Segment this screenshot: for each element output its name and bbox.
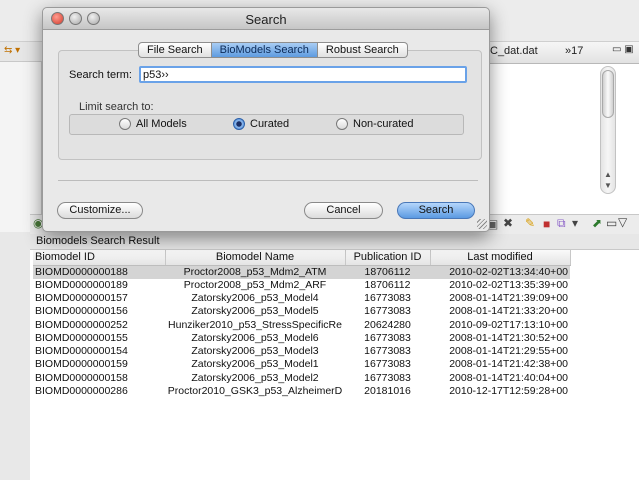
radio-label: All Models (136, 118, 187, 130)
column-header-id[interactable]: Biomodel ID (33, 250, 166, 266)
resize-grip-icon[interactable] (477, 219, 487, 229)
radio-unchecked-icon[interactable] (119, 118, 131, 130)
limit-search-label: Limit search to: (79, 101, 154, 113)
left-view-tab[interactable]: ⇆ ▾ (0, 42, 42, 62)
editor-tab-overflow[interactable]: »17 (565, 45, 583, 57)
radio-label: Non-curated (353, 118, 414, 130)
editor-area (488, 42, 639, 232)
cell-publication: 18706112 (364, 278, 411, 291)
cell-modified: 2008-01-14T21:29:55+00 (449, 345, 568, 358)
table-row[interactable]: BIOMD0000000252 Hunziker2010_p53_StressS… (33, 318, 570, 331)
view-menu-icon[interactable]: ▽ (618, 215, 627, 229)
results-header-row: Biomodel ID Biomodel Name Publication ID… (33, 250, 571, 266)
cell-id: BIOMD0000000157 (35, 291, 128, 304)
history-icon[interactable]: ⧉ (557, 216, 566, 230)
search-dialog: Search File Search BioModels Search Robu… (42, 7, 490, 232)
radio-label: Curated (250, 118, 290, 130)
radio-all-models[interactable]: All Models (119, 118, 187, 130)
cell-publication: 16773083 (364, 358, 411, 371)
column-header-modified[interactable]: Last modified (430, 250, 571, 266)
tab-file-search[interactable]: File Search (138, 42, 212, 58)
dialog-title: Search (245, 12, 287, 27)
radio-unchecked-icon[interactable] (336, 118, 348, 130)
table-row[interactable]: BIOMD0000000156 Zatorsky2006_p53_Model5 … (33, 305, 570, 318)
scrollbar-thumb[interactable] (602, 70, 614, 118)
cell-modified: 2008-01-14T21:39:09+00 (449, 291, 568, 304)
minimize-maximize-icon[interactable]: ▭ ▣ (612, 44, 636, 58)
scroll-up-icon[interactable]: ▲ (604, 170, 612, 179)
cell-id: BIOMD0000000154 (35, 345, 128, 358)
cell-modified: 2010-02-02T13:34:40+00 (430, 265, 570, 279)
cell-publication: 18706112 (345, 265, 430, 279)
results-table: Biomodel ID Biomodel Name Publication ID… (33, 250, 571, 398)
cell-publication: 20624280 (364, 318, 411, 331)
cell-id: BIOMD0000000158 (35, 371, 128, 384)
search-term-input[interactable] (139, 66, 467, 83)
tab-robust-search[interactable]: Robust Search (317, 42, 408, 58)
cell-name: Zatorsky2006_p53_Model4 (191, 291, 319, 304)
cell-name: Zatorsky2006_p53_Model1 (191, 358, 319, 371)
cancel-button[interactable]: Cancel (304, 202, 383, 219)
cell-name: Zatorsky2006_p53_Model6 (191, 331, 319, 344)
radio-curated[interactable]: Curated (233, 118, 289, 130)
cell-name: Zatorsky2006_p53_Model2 (191, 371, 319, 384)
table-row[interactable]: BIOMD0000000154 Zatorsky2006_p53_Model3 … (33, 345, 570, 358)
cell-publication: 20181016 (364, 385, 411, 398)
cell-publication: 16773083 (364, 305, 411, 318)
remove-all-icon[interactable]: ✖ (503, 216, 513, 230)
cell-id: BIOMD0000000155 (35, 331, 128, 344)
editor-tab[interactable]: C_dat.dat (490, 45, 538, 57)
table-row[interactable]: BIOMD0000000158 Zatorsky2006_p53_Model2 … (33, 372, 570, 385)
table-row[interactable]: BIOMD0000000188 Proctor2008_p53_Mdm2_ATM… (33, 265, 570, 279)
search-button[interactable]: Search (397, 202, 475, 219)
cell-name: Proctor2008_p53_Mdm2_ARF (183, 278, 327, 291)
open-view-icon[interactable]: ⬈ (592, 216, 602, 230)
cell-modified: 2008-01-14T21:33:20+00 (449, 305, 568, 318)
tab-biomodels-search[interactable]: BioModels Search (211, 42, 318, 58)
cell-modified: 2010-09-02T17:13:10+00 (449, 318, 568, 331)
table-row[interactable]: BIOMD0000000159 Zatorsky2006_p53_Model1 … (33, 358, 570, 371)
cell-modified: 2008-01-14T21:42:38+00 (449, 358, 568, 371)
cell-modified: 2008-01-14T21:30:52+00 (449, 331, 568, 344)
dialog-separator (58, 180, 478, 181)
cell-name: Zatorsky2006_p53_Model3 (191, 345, 319, 358)
radio-checked-icon[interactable] (233, 118, 245, 130)
cell-publication: 16773083 (364, 291, 411, 304)
cell-name: Proctor2010_GSK3_p53_AlzheimerD (167, 385, 343, 398)
cell-id: BIOMD0000000252 (35, 318, 128, 331)
scroll-down-icon[interactable]: ▼ (604, 181, 612, 190)
cell-name: Zatorsky2006_p53_Model5 (191, 305, 319, 318)
left-view-panel (0, 42, 42, 232)
customize-button[interactable]: Customize... (57, 202, 143, 219)
cell-id: BIOMD0000000286 (35, 385, 128, 398)
results-title: Biomodels Search Result (30, 234, 639, 250)
search-term-label: Search term: (69, 69, 132, 81)
cell-publication: 16773083 (364, 345, 411, 358)
cell-id: BIOMD0000000188 (33, 265, 165, 279)
cell-publication: 16773083 (364, 371, 411, 384)
cell-name: Hunziker2010_p53_StressSpecificRe (168, 318, 342, 331)
cell-modified: 2008-01-14T21:40:04+00 (449, 371, 568, 384)
column-header-publication[interactable]: Publication ID (345, 250, 431, 266)
table-row[interactable]: BIOMD0000000286 Proctor2010_GSK3_p53_Alz… (33, 385, 570, 398)
cell-modified: 2010-12-17T12:59:28+00 (449, 385, 568, 398)
view-switch-icon[interactable]: ⇆ ▾ (4, 45, 20, 56)
stop-icon[interactable]: ■ (543, 217, 550, 231)
table-row[interactable]: BIOMD0000000189 Proctor2008_p53_Mdm2_ARF… (33, 279, 570, 292)
history-dropdown-icon[interactable]: ▾ (572, 216, 578, 230)
minimize-view-icon[interactable]: ▭ (606, 216, 617, 230)
cell-id: BIOMD0000000159 (35, 358, 128, 371)
table-row[interactable]: BIOMD0000000155 Zatorsky2006_p53_Model6 … (33, 332, 570, 345)
cell-id: BIOMD0000000189 (35, 278, 128, 291)
radio-non-curated[interactable]: Non-curated (336, 118, 414, 130)
cell-id: BIOMD0000000156 (35, 305, 128, 318)
search-type-tabs: File Search BioModels Search Robust Sear… (138, 42, 408, 58)
cell-name: Proctor2008_p53_Mdm2_ATM (165, 265, 345, 279)
cell-modified: 2010-02-02T13:35:39+00 (449, 278, 568, 291)
cell-publication: 16773083 (364, 331, 411, 344)
table-row[interactable]: BIOMD0000000157 Zatorsky2006_p53_Model4 … (33, 292, 570, 305)
pin-icon[interactable]: ✎ (525, 216, 535, 230)
column-header-name[interactable]: Biomodel Name (165, 250, 346, 266)
